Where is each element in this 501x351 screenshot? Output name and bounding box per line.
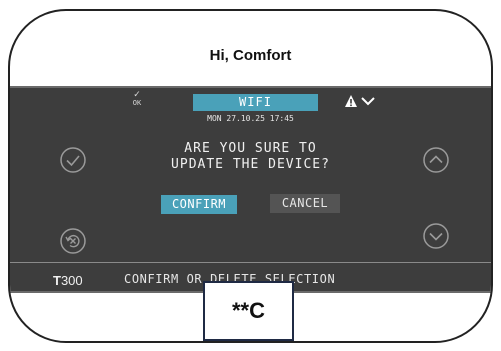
ok-label: OK [132, 99, 142, 107]
cancel-button[interactable]: CANCEL [270, 194, 340, 213]
chevron-down-icon[interactable] [361, 96, 375, 106]
greeting-text: Hi, Comfort [209, 47, 292, 64]
confirm-button[interactable]: CONFIRM [161, 195, 237, 214]
model-prefix: T [53, 273, 61, 288]
chevron-down-circle-icon[interactable] [422, 222, 450, 250]
display-panel: ✓ OK WIFI MON 27.10.25 17:45 ARE YOU SUR… [10, 86, 491, 293]
ok-status-indicator: ✓ OK [128, 91, 146, 107]
chevron-up-circle-icon[interactable] [422, 146, 450, 174]
model-number: 300 [60, 273, 83, 288]
back-circle-icon[interactable] [59, 227, 87, 255]
check-circle-icon[interactable] [59, 146, 87, 174]
panel-top-edge [10, 86, 491, 88]
warning-triangle-icon[interactable] [344, 94, 358, 108]
model-label: T300 [53, 273, 83, 288]
datetime-readout: MON 27.10.25 17:45 [207, 114, 294, 123]
tab-wifi[interactable]: WIFI [193, 94, 318, 111]
code-label-box: **C [203, 281, 294, 341]
footer-divider [10, 262, 491, 263]
